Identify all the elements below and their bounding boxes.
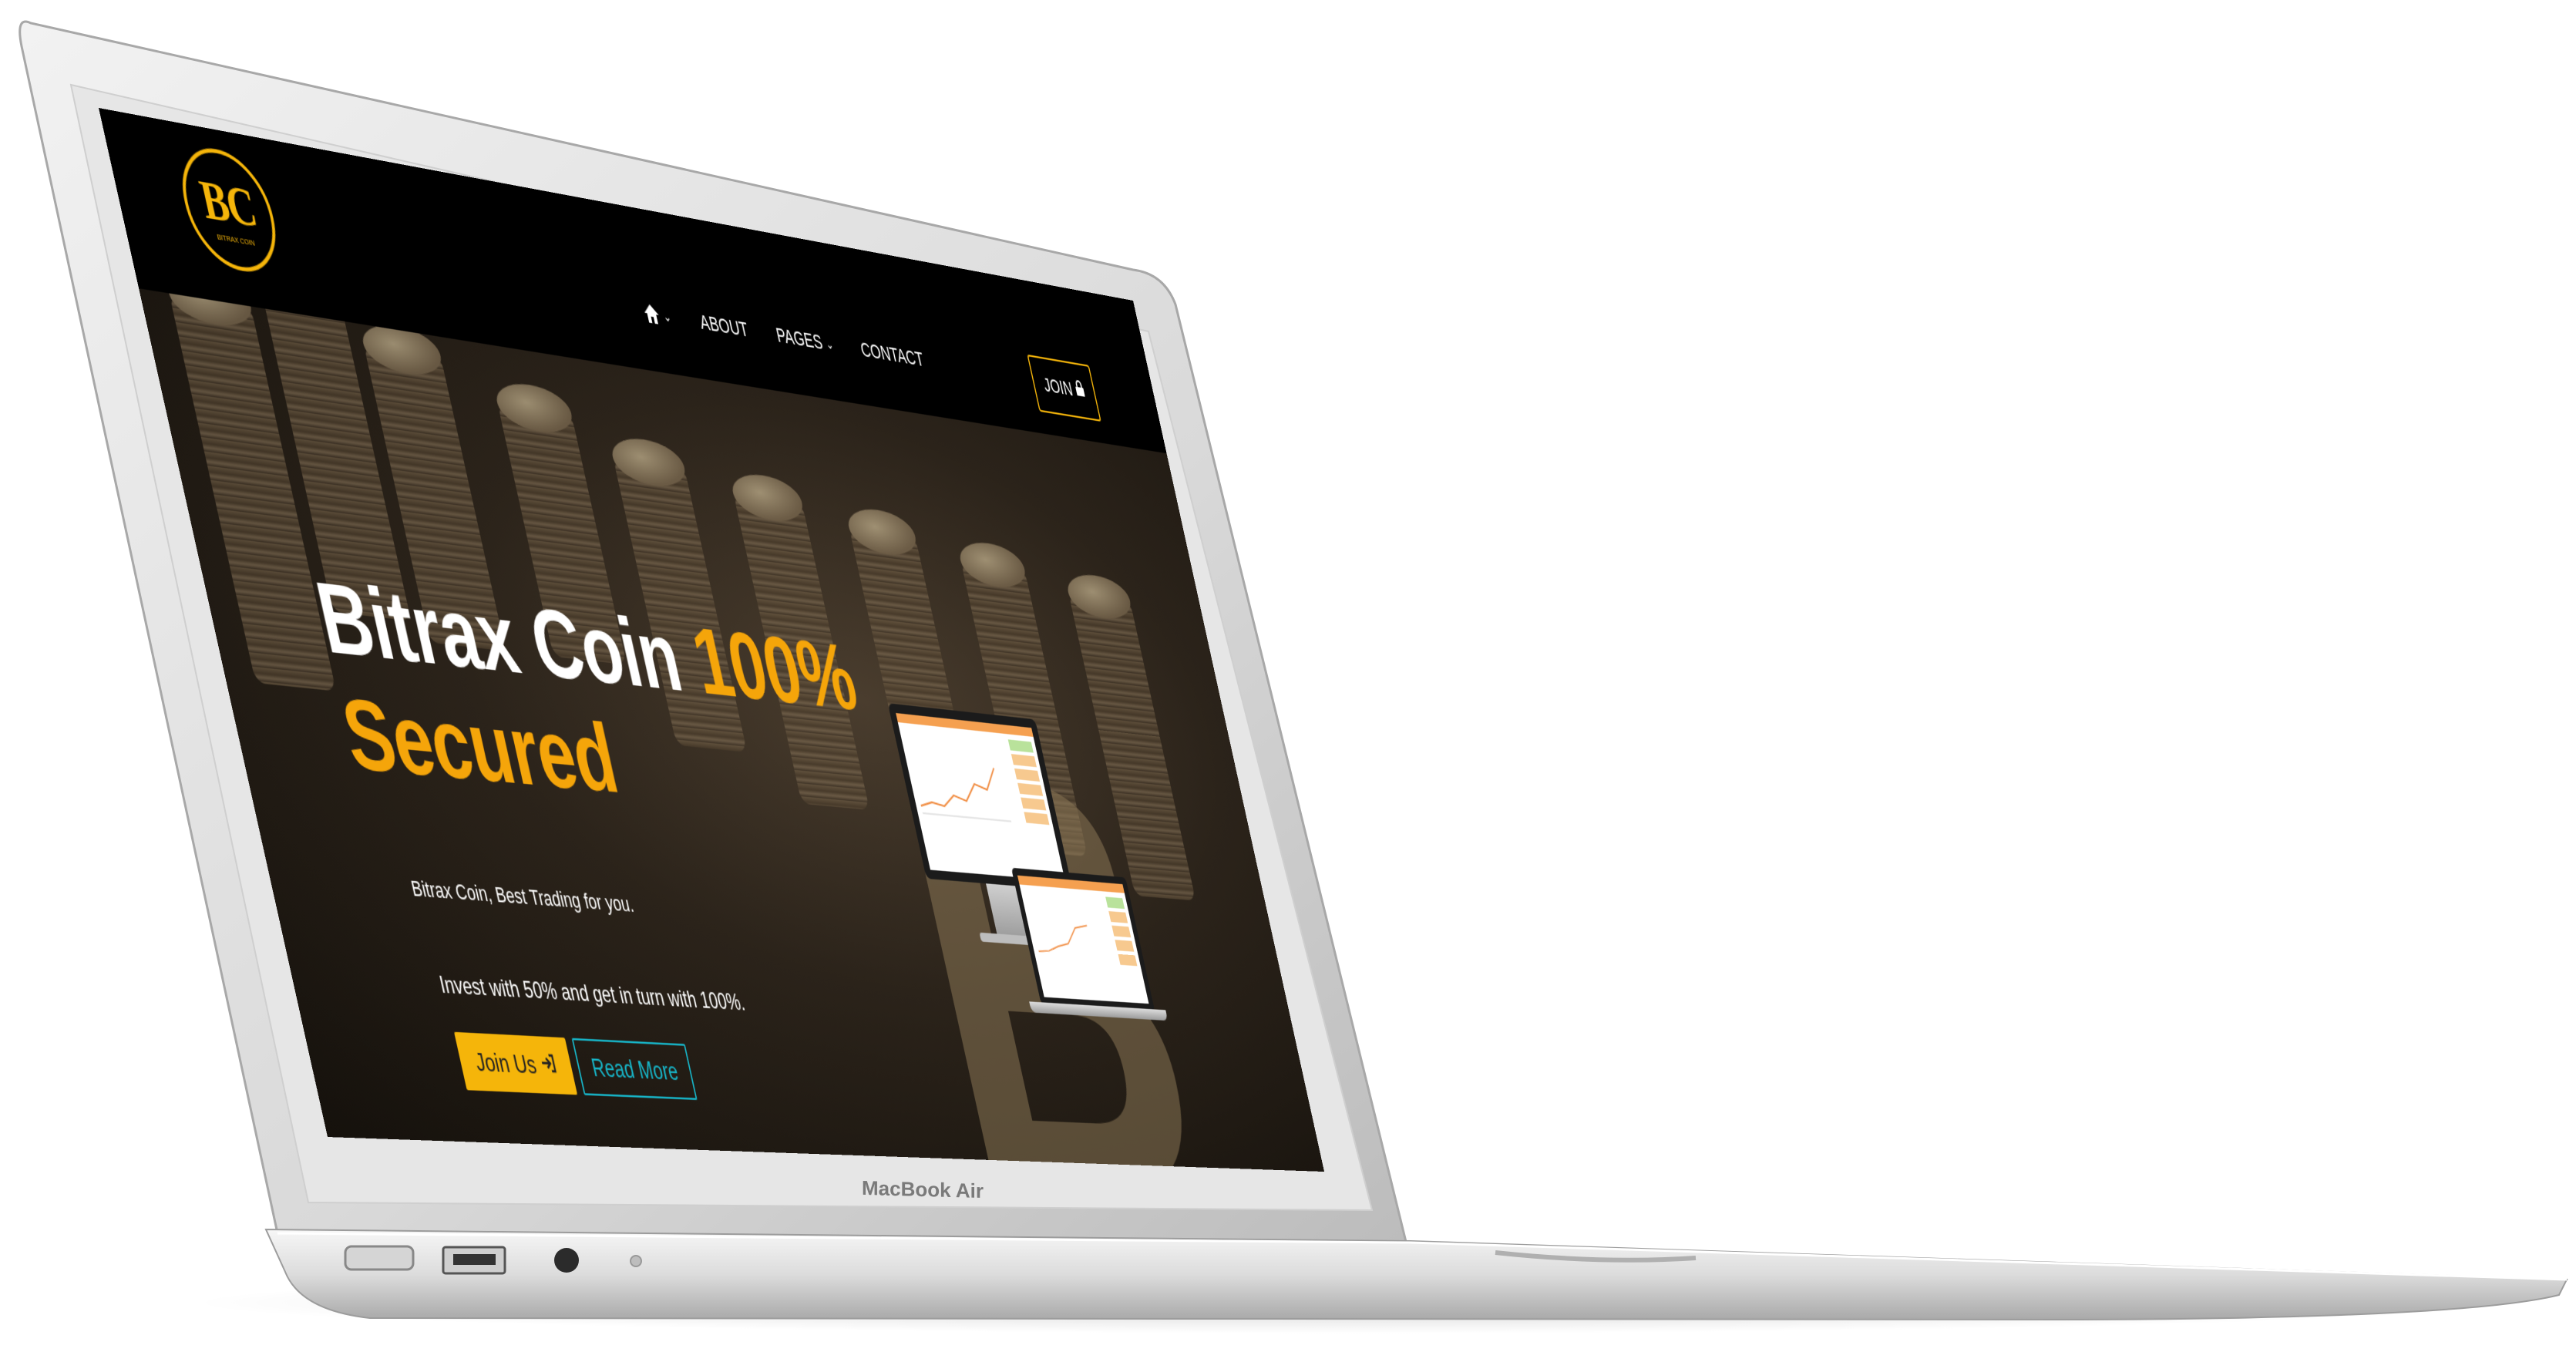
header-join-label: JOIN bbox=[1041, 373, 1075, 401]
home-icon bbox=[641, 302, 661, 326]
main-nav: ⌄ ABOUT PAGES ⌄ CONTACT bbox=[641, 301, 926, 372]
hero-title: Bitrax Coin 100% Secured bbox=[307, 560, 948, 844]
sign-in-icon bbox=[538, 1050, 560, 1081]
chevron-down-icon: ⌄ bbox=[661, 308, 673, 325]
read-more-button[interactable]: Read More bbox=[571, 1038, 698, 1101]
nav-pages-label: PAGES bbox=[774, 323, 825, 355]
nav-contact[interactable]: CONTACT bbox=[859, 338, 926, 372]
logo-text: BC bbox=[194, 168, 261, 239]
nav-about[interactable]: ABOUT bbox=[698, 310, 751, 342]
hero-invest-text: Invest with 50% and get in turn with 100… bbox=[437, 971, 748, 1017]
hero-title-accent-percent: 100% bbox=[683, 607, 865, 731]
header-join-button[interactable]: JOIN bbox=[1027, 354, 1101, 422]
laptop-mockup: MacBook Air Bitrax Coin 100% Secured Bit… bbox=[0, 0, 2576, 1352]
lock-icon bbox=[1073, 378, 1087, 403]
laptop-image bbox=[1011, 867, 1155, 1011]
macbook-air-label: MacBook Air bbox=[862, 1175, 984, 1203]
nav-pages[interactable]: PAGES ⌄ bbox=[774, 323, 836, 357]
site-logo[interactable]: BC BITRAX COIN bbox=[171, 140, 287, 278]
nav-about-label: ABOUT bbox=[697, 310, 751, 342]
hero-subtitle: Bitrax Coin, Best Trading for you. bbox=[409, 876, 636, 917]
chevron-down-icon: ⌄ bbox=[824, 335, 835, 352]
nav-contact-label: CONTACT bbox=[858, 337, 926, 372]
join-us-label: Join Us bbox=[472, 1046, 540, 1079]
join-us-button[interactable]: Join Us bbox=[453, 1031, 578, 1095]
nav-home[interactable]: ⌄ bbox=[641, 302, 673, 328]
